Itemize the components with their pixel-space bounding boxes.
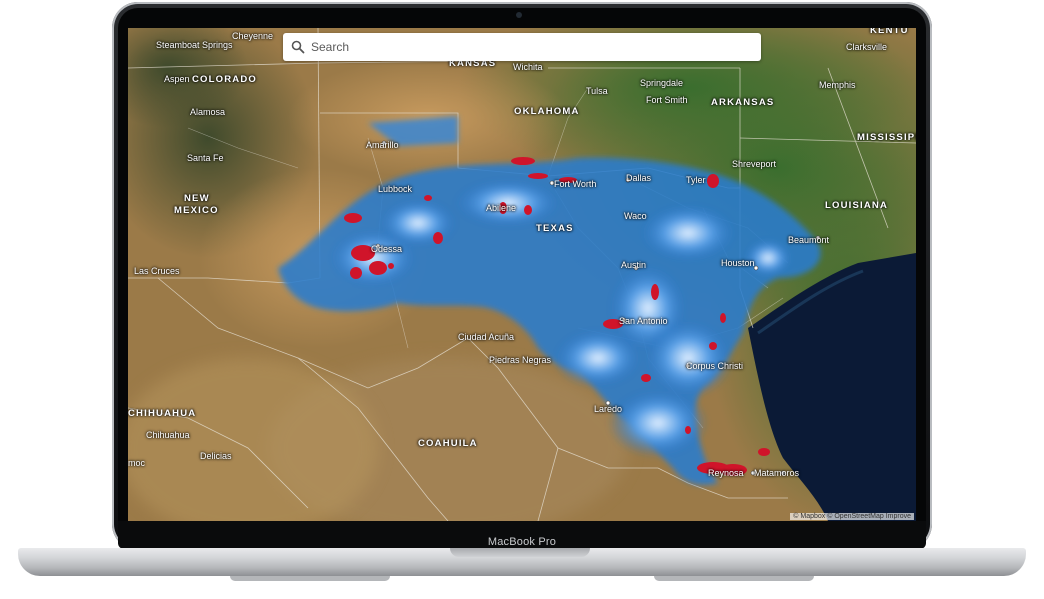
map-attribution[interactable]: © Mapbox © OpenStreetMap Improve [790, 513, 914, 520]
map-label-tulsa[interactable]: Tulsa [586, 86, 608, 96]
map-label-new-mexico-1[interactable]: NEW [184, 193, 210, 204]
laptop-foot-right [654, 576, 814, 581]
map-label-waco[interactable]: Waco [624, 211, 647, 221]
map-label-louisiana[interactable]: LOUISIANA [825, 200, 888, 211]
map-label-chihuahua-state[interactable]: CHIHUAHUA [128, 408, 196, 419]
map-label-colorado[interactable]: COLORADO [192, 74, 257, 85]
map-label-ciudad-acuna[interactable]: Ciudad Acuña [458, 332, 514, 342]
search-bar[interactable]: Search [283, 33, 761, 61]
map-label-kentucky[interactable]: KENTU [870, 28, 909, 36]
map-label-dallas[interactable]: Dallas [626, 173, 651, 183]
map-label-cuauhtemoc[interactable]: moc [128, 458, 145, 468]
map-label-steamboat-springs[interactable]: Steamboat Springs [156, 40, 233, 50]
map-label-corpus-christi[interactable]: Corpus Christi [686, 361, 743, 371]
map-label-wichita[interactable]: Wichita [513, 62, 543, 72]
map-label-arkansas[interactable]: ARKANSAS [711, 97, 774, 108]
map-label-lubbock[interactable]: Lubbock [378, 184, 412, 194]
map-label-odessa[interactable]: Odessa [371, 244, 402, 254]
map-label-alamosa[interactable]: Alamosa [190, 107, 225, 117]
map-label-reynosa[interactable]: Reynosa [708, 468, 744, 478]
map-label-abilene[interactable]: Abilene [486, 203, 516, 213]
map-label-texas[interactable]: TEXAS [536, 223, 574, 234]
map-label-springdale[interactable]: Springdale [640, 78, 683, 88]
map-label-mississippi[interactable]: MISSISSIPPI [857, 132, 916, 143]
map-label-matamoros[interactable]: Matamoros [754, 468, 799, 478]
map-label-piedras-negras[interactable]: Piedras Negras [489, 355, 551, 365]
map-label-memphis[interactable]: Memphis [819, 80, 856, 90]
map-label-shreveport[interactable]: Shreveport [732, 159, 776, 169]
map-label-las-cruces[interactable]: Las Cruces [134, 266, 180, 276]
map-label-aspen[interactable]: Aspen [164, 74, 190, 84]
search-icon [291, 40, 305, 54]
laptop-notch [450, 548, 590, 557]
map-label-amarillo[interactable]: Amarillo [366, 140, 399, 150]
map-label-houston[interactable]: Houston [721, 258, 755, 268]
map-label-oklahoma[interactable]: OKLAHOMA [514, 106, 580, 117]
map-label-laredo[interactable]: Laredo [594, 404, 622, 414]
satellite-map[interactable] [128, 28, 916, 521]
map-label-cheyenne[interactable]: Cheyenne [232, 31, 273, 41]
map-label-coahuila[interactable]: COAHUILA [418, 438, 478, 449]
map-label-chihuahua-city[interactable]: Chihuahua [146, 430, 190, 440]
map-label-tyler[interactable]: Tyler [686, 175, 706, 185]
laptop-foot-left [230, 576, 390, 581]
map-label-austin[interactable]: Austin [621, 260, 646, 270]
map-label-fort-worth[interactable]: Fort Worth [554, 179, 596, 189]
camera-icon [516, 12, 522, 18]
map-label-san-antonio[interactable]: San Antonio [619, 316, 668, 326]
map-label-fort-smith[interactable]: Fort Smith [646, 95, 688, 105]
map-label-santa-fe[interactable]: Santa Fe [187, 153, 224, 163]
map-view[interactable]: Steamboat Springs Cheyenne Aspen COLORAD… [128, 28, 916, 521]
map-label-beaumont[interactable]: Beaumont [788, 235, 829, 245]
device-label: MacBook Pro [487, 536, 557, 548]
map-label-delicias[interactable]: Delicias [200, 451, 232, 461]
search-input[interactable]: Search [311, 40, 349, 54]
map-label-clarksville[interactable]: Clarksville [846, 42, 887, 52]
map-label-new-mexico-2[interactable]: MEXICO [174, 205, 219, 216]
